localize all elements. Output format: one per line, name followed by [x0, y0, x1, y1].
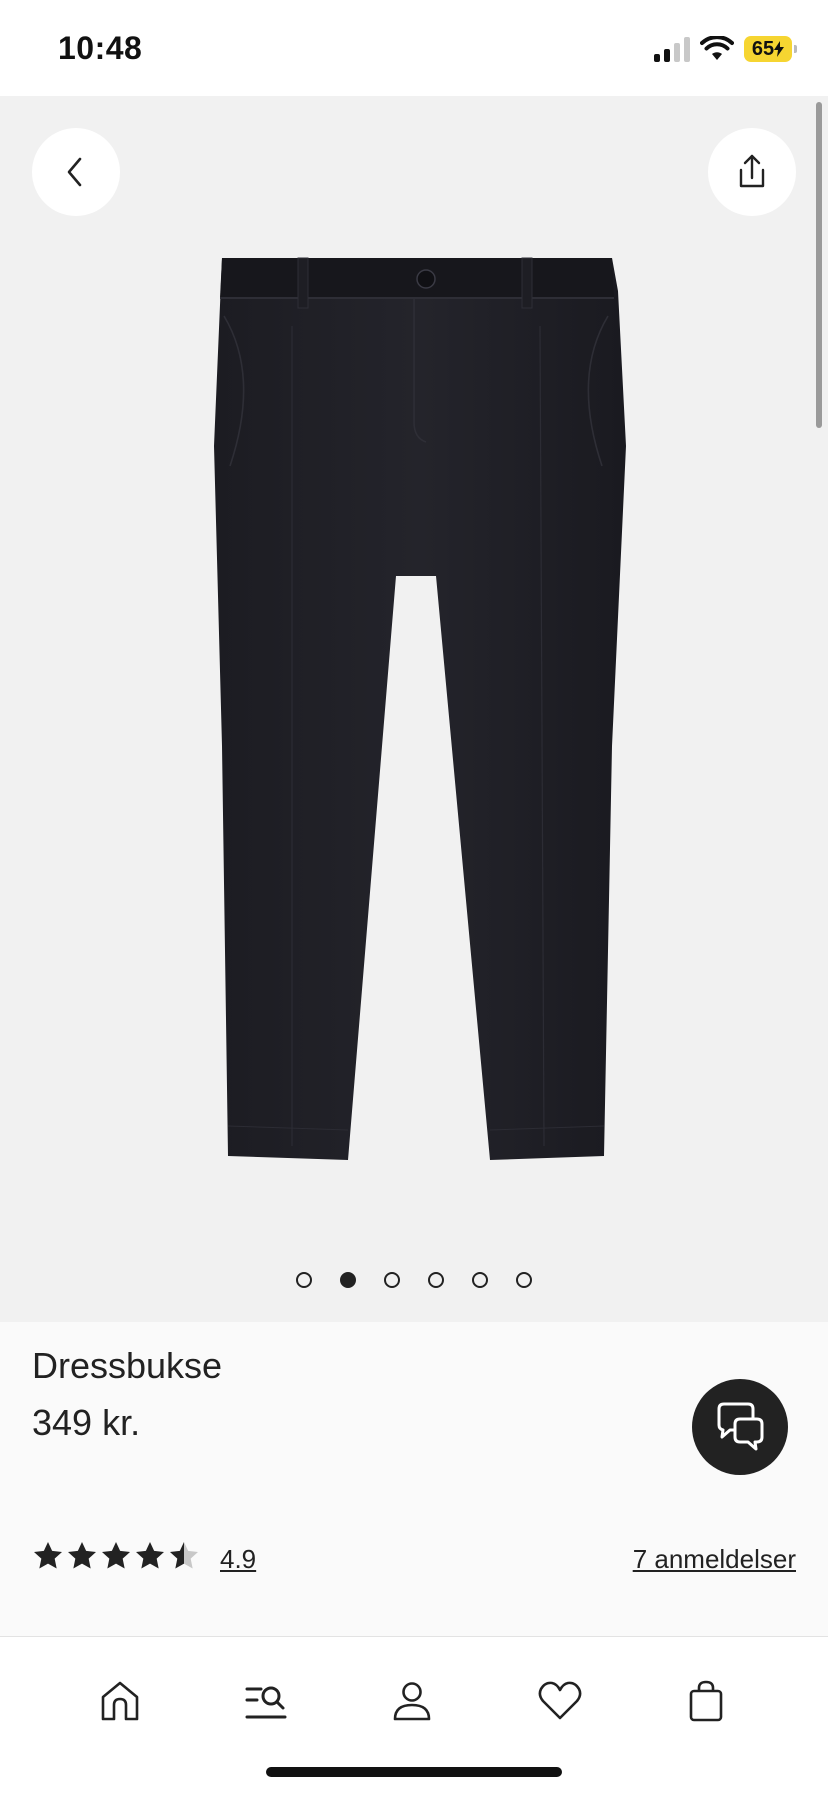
star-icon: [68, 1542, 96, 1569]
pagination-dot[interactable]: [472, 1272, 488, 1288]
battery-level: 65: [751, 37, 775, 60]
product-price: 349 kr.: [32, 1402, 141, 1443]
bag-icon: [689, 1680, 723, 1722]
status-bar: 10:48 65: [0, 0, 828, 96]
scrollbar[interactable]: [816, 102, 822, 428]
product-image: [214, 257, 626, 1160]
bottom-nav: [0, 1636, 828, 1793]
heart-icon: [538, 1681, 582, 1720]
pagination-dot-active[interactable]: [340, 1272, 356, 1288]
home-icon: [101, 1681, 139, 1721]
home-indicator[interactable]: [266, 1767, 562, 1777]
status-time: 10:48: [58, 30, 143, 66]
signal-icon: [654, 36, 690, 62]
image-pagination: [0, 1272, 828, 1288]
wifi-icon: [700, 36, 734, 60]
pagination-dot[interactable]: [384, 1272, 400, 1288]
reviews-link[interactable]: 7 anmeldelser: [633, 1544, 796, 1575]
nav-search[interactable]: [236, 1671, 296, 1731]
battery-indicator: 65: [744, 36, 797, 62]
pagination-dot[interactable]: [516, 1272, 532, 1288]
star-icon: [34, 1542, 62, 1569]
star-icon: [102, 1542, 130, 1569]
back-button[interactable]: [32, 128, 120, 216]
rating-row: 4.9 7 anmeldelser: [32, 1538, 796, 1578]
nav-bag[interactable]: [676, 1671, 736, 1731]
share-button[interactable]: [708, 128, 796, 216]
nav-account[interactable]: [382, 1671, 442, 1731]
charging-bolt-icon: [774, 41, 785, 57]
nav-favorites[interactable]: [530, 1671, 590, 1731]
pagination-dot[interactable]: [428, 1272, 444, 1288]
status-icons: 65: [654, 34, 797, 64]
search-icon: [245, 1686, 287, 1719]
chevron-left-icon: [67, 157, 82, 187]
nav-home[interactable]: [90, 1671, 150, 1731]
account-icon: [393, 1682, 431, 1721]
rating-stars: [32, 1540, 200, 1572]
star-half-icon: [170, 1542, 198, 1569]
product-gallery[interactable]: [0, 96, 828, 1322]
share-icon: [739, 154, 765, 188]
product-title: Dressbukse: [32, 1345, 223, 1386]
pagination-dot[interactable]: [296, 1272, 312, 1288]
chat-bubbles-icon: [717, 1402, 764, 1451]
chat-button[interactable]: [692, 1379, 788, 1475]
rating-value-link[interactable]: 4.9: [220, 1544, 256, 1575]
star-icon: [136, 1542, 164, 1569]
